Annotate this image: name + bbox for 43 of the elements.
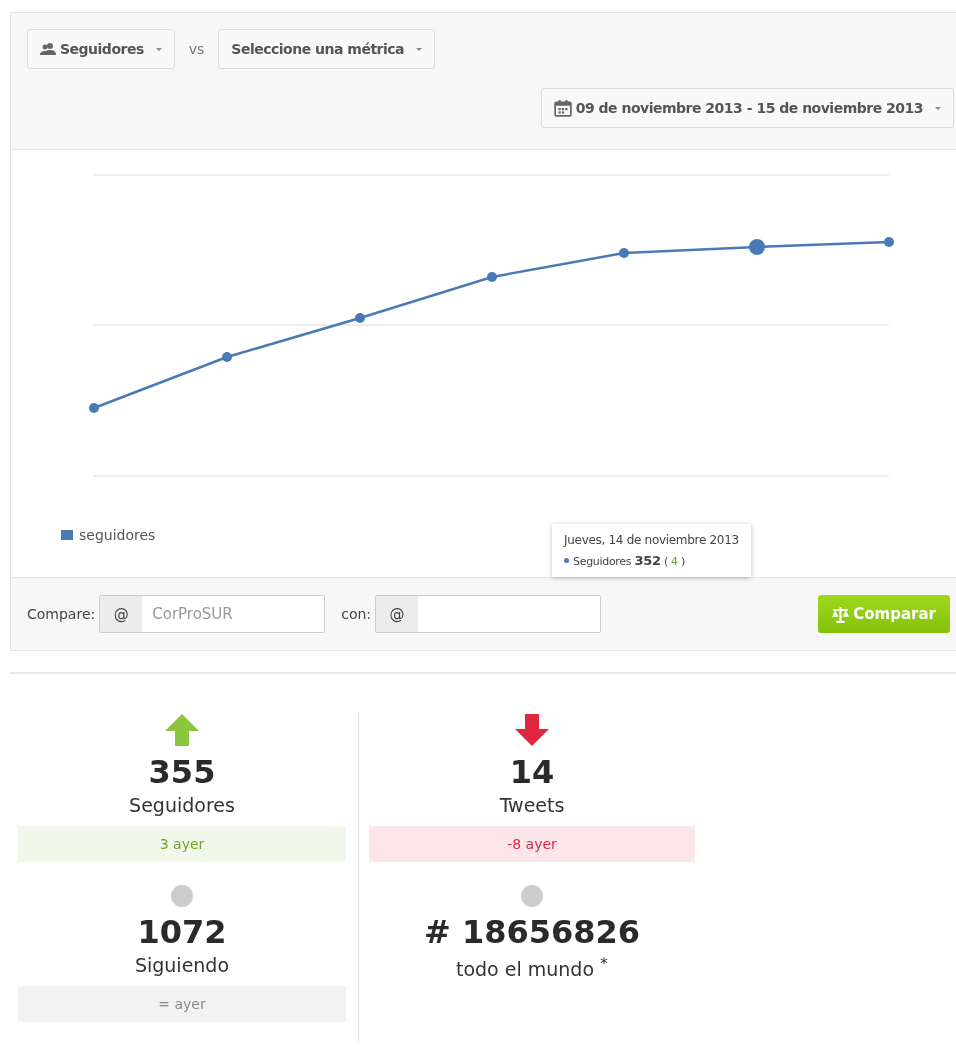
data-point bbox=[222, 352, 232, 362]
stat-value: 355 bbox=[148, 752, 216, 792]
caret-icon bbox=[155, 47, 162, 51]
daily-change: 3 ayer bbox=[18, 826, 346, 862]
daily-change: = ayer bbox=[18, 986, 346, 1022]
tooltip-date: Jueves, 14 de noviembre 2013 bbox=[564, 533, 739, 547]
caret-icon bbox=[935, 106, 941, 110]
at-prefix: @ bbox=[100, 596, 143, 632]
data-point bbox=[619, 248, 629, 258]
data-point bbox=[89, 403, 99, 413]
data-point bbox=[487, 272, 497, 282]
stat-label: todo el mundo $^{*}$ bbox=[455, 954, 608, 981]
stat-label: Tweets bbox=[499, 794, 565, 816]
at-prefix: @ bbox=[376, 596, 419, 632]
metric-dropdown[interactable]: Seleccione una métrica bbox=[218, 29, 436, 69]
stat-value: 1072 bbox=[137, 912, 227, 952]
stat-label: Seguidores bbox=[129, 794, 235, 816]
stat-value: 14 bbox=[509, 752, 555, 792]
series-marker-icon bbox=[564, 558, 569, 563]
legend-label: seguidores bbox=[79, 527, 156, 543]
data-point bbox=[884, 237, 894, 247]
scales-icon bbox=[832, 605, 850, 623]
username-field[interactable]: @ CorProSUR bbox=[99, 595, 326, 633]
with-label: con: bbox=[341, 606, 372, 622]
calendar-icon bbox=[553, 99, 572, 117]
legend-swatch bbox=[61, 530, 73, 540]
down-arrow-icon bbox=[514, 712, 550, 748]
dot-icon bbox=[520, 884, 544, 908]
data-point bbox=[355, 313, 365, 323]
stat-label: Siguiendo bbox=[134, 954, 230, 976]
up-arrow-icon bbox=[164, 712, 200, 748]
compare-label: Compare: bbox=[27, 606, 96, 622]
username-field[interactable]: @ bbox=[375, 595, 602, 633]
caret-icon bbox=[416, 47, 423, 51]
metric-dropdown[interactable]: Seguidores bbox=[27, 29, 175, 69]
dot-icon bbox=[170, 884, 194, 908]
vs-label: vs bbox=[188, 41, 205, 57]
tooltip-value: Seguidores 352 ( 4 ) bbox=[573, 553, 685, 568]
daily-change: -8 ayer bbox=[369, 826, 695, 862]
data-point bbox=[749, 239, 765, 255]
users-icon bbox=[40, 42, 56, 56]
stat-value: # 18656826 bbox=[423, 912, 641, 952]
date-range-dropdown[interactable]: 09 de noviembre 2013 - 15 de noviembre 2013 bbox=[540, 88, 954, 128]
